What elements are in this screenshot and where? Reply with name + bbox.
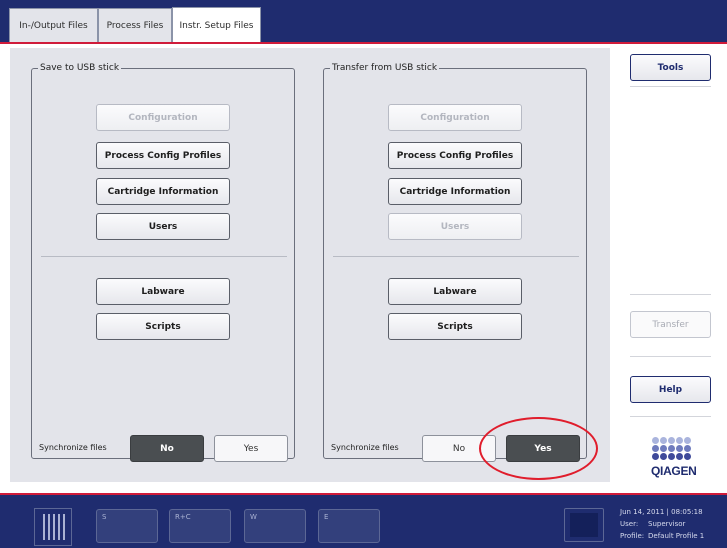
highlight-circle — [479, 417, 598, 480]
status-datetime: Jun 14, 2011 | 08:05:18 — [620, 508, 703, 516]
transfer-process-config-profiles-button[interactable]: Process Config Profiles — [388, 142, 522, 169]
transfer-labware-button[interactable]: Labware — [388, 278, 522, 305]
save-configuration-button[interactable]: Configuration — [96, 104, 230, 131]
right-divider-1 — [630, 86, 711, 87]
help-button[interactable]: Help — [630, 376, 711, 403]
transfer-cartridge-information-button[interactable]: Cartridge Information — [388, 178, 522, 205]
status-user-value: Supervisor — [648, 520, 686, 528]
status-profile-key: Profile: — [620, 532, 645, 540]
logo-dots-icon — [652, 437, 692, 463]
save-group-title: Save to USB stick — [38, 62, 122, 74]
status-user-key: User: — [620, 520, 639, 528]
right-panel: Tools Transfer Help — [617, 48, 727, 482]
slot-e[interactable]: E — [318, 509, 380, 543]
qiagen-logo: QIAGEN — [651, 437, 697, 479]
right-divider-2 — [630, 294, 711, 295]
tab-instr-setup-files[interactable]: Instr. Setup Files — [172, 7, 261, 44]
tab-process-files[interactable]: Process Files — [98, 8, 172, 43]
slot-r-c[interactable]: R+C — [169, 509, 231, 543]
transfer-group-title: Transfer from USB stick — [330, 62, 440, 74]
save-sync-yes-toggle[interactable]: Yes — [214, 435, 288, 462]
slot-r-c-label: R+C — [175, 513, 191, 521]
top-accent-line — [0, 42, 727, 44]
save-cartridge-information-button[interactable]: Cartridge Information — [96, 178, 230, 205]
tools-button[interactable]: Tools — [630, 54, 711, 81]
transfer-divider — [333, 256, 579, 257]
save-sync-no-toggle[interactable]: No — [130, 435, 204, 462]
transfer-sync-label: Synchronize files — [331, 443, 399, 452]
save-scripts-button[interactable]: Scripts — [96, 313, 230, 340]
transfer-users-button[interactable]: Users — [388, 213, 522, 240]
right-divider-3 — [630, 356, 711, 357]
right-divider-4 — [630, 416, 711, 417]
save-process-config-profiles-button[interactable]: Process Config Profiles — [96, 142, 230, 169]
transfer-button[interactable]: Transfer — [630, 311, 711, 338]
save-to-usb-group: Save to USB stick Configuration Process … — [31, 62, 295, 462]
transfer-scripts-button[interactable]: Scripts — [388, 313, 522, 340]
transfer-from-usb-group: Transfer from USB stick Configuration Pr… — [323, 62, 587, 462]
slot-w[interactable]: W — [244, 509, 306, 543]
transfer-configuration-button[interactable]: Configuration — [388, 104, 522, 131]
slot-s-label: S — [102, 513, 107, 521]
rack-icon[interactable] — [34, 508, 72, 546]
status-info: Jun 14, 2011 | 08:05:18 User: Supervisor … — [620, 506, 704, 542]
save-users-button[interactable]: Users — [96, 213, 230, 240]
logo-text: QIAGEN — [651, 464, 697, 478]
slot-w-label: W — [250, 513, 257, 521]
slot-e-label: E — [324, 513, 329, 521]
save-labware-button[interactable]: Labware — [96, 278, 230, 305]
slot-s[interactable]: S — [96, 509, 158, 543]
save-sync-label: Synchronize files — [39, 443, 107, 452]
save-divider — [41, 256, 287, 257]
square-slot-icon[interactable] — [564, 508, 604, 542]
tab-in-output-files[interactable]: In-/Output Files — [9, 8, 98, 43]
status-profile-value: Default Profile 1 — [648, 532, 705, 540]
